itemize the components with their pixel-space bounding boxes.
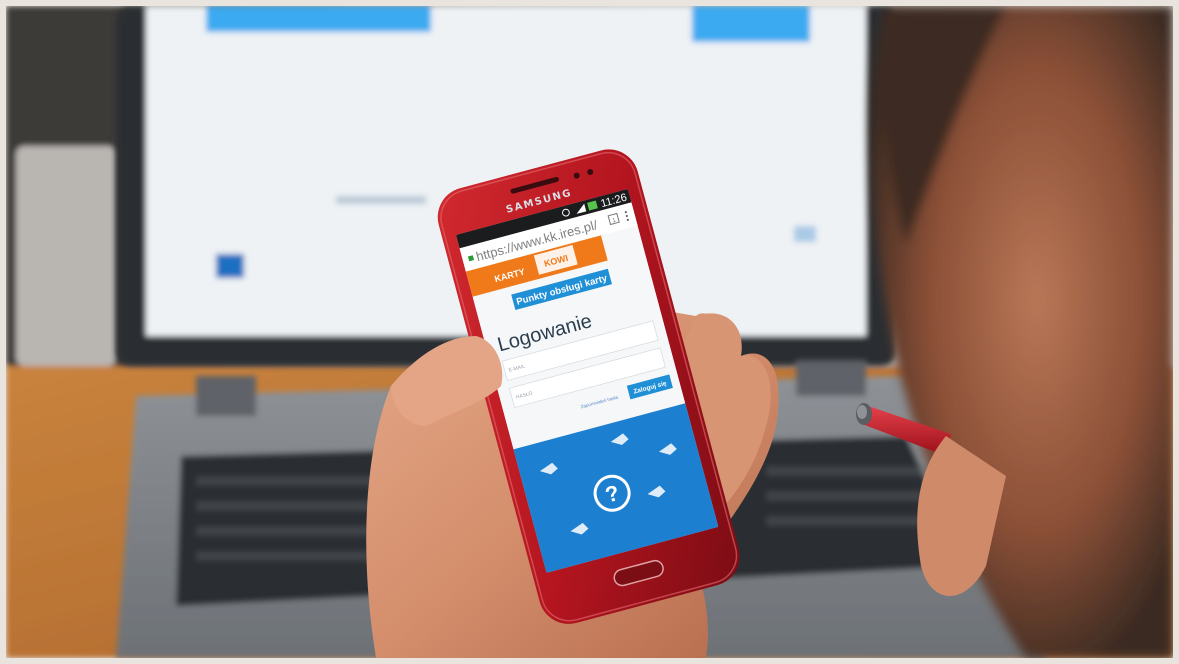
photo-scene: SAMSUNG 11:26 https://www.kk.ires.pl/ 1 … — [6, 6, 1173, 658]
